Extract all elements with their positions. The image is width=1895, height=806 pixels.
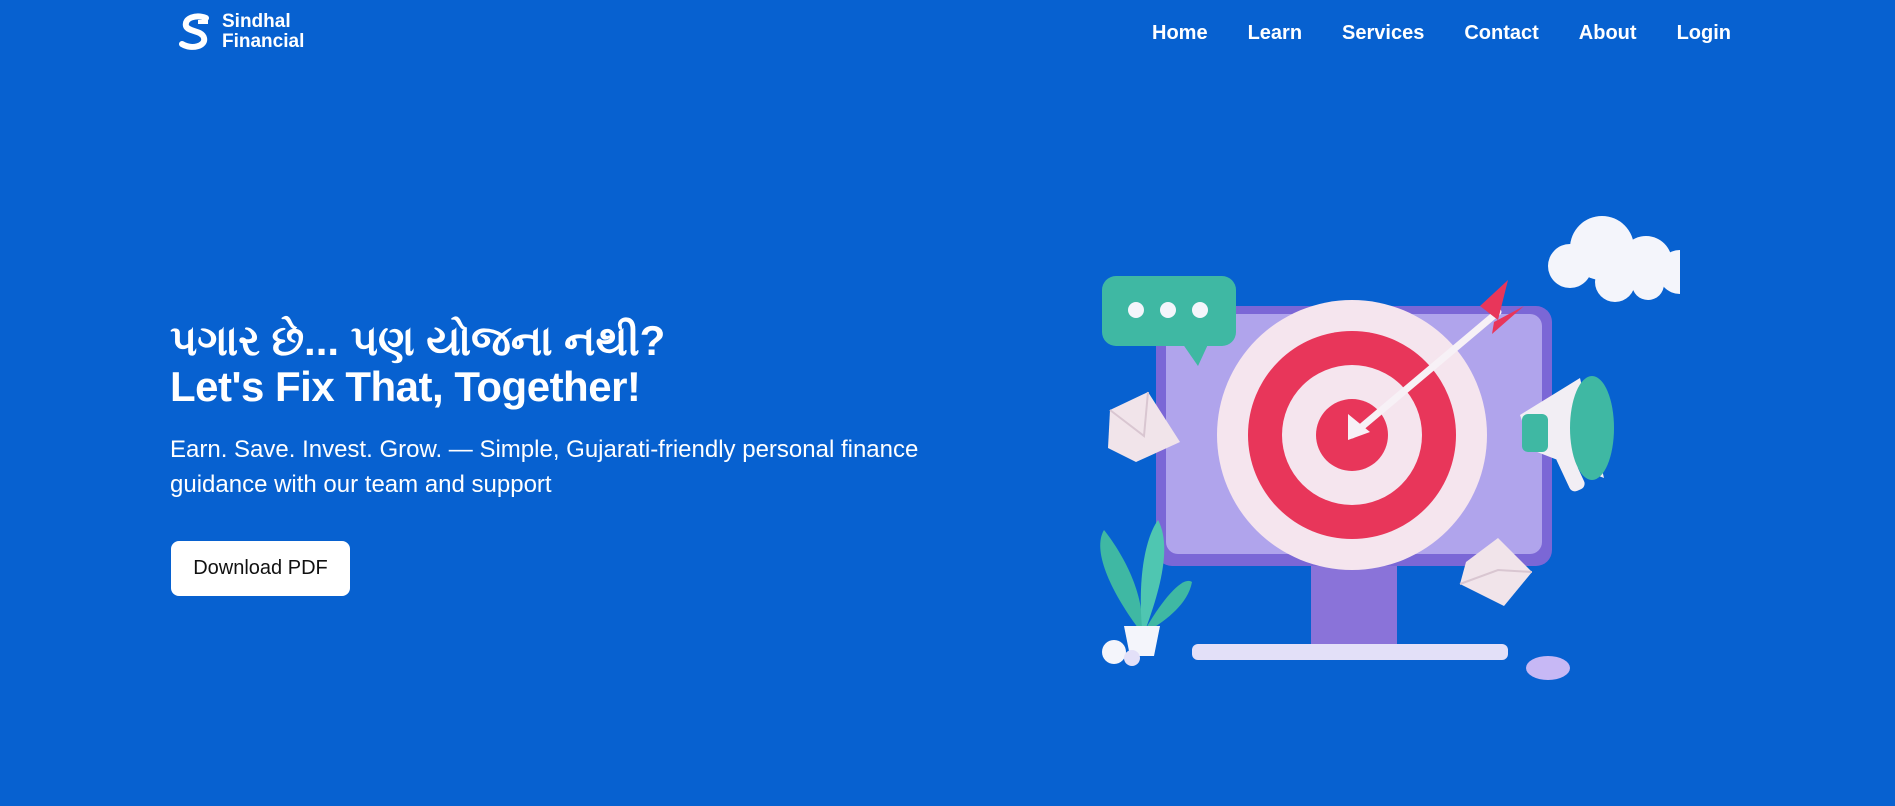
download-pdf-button[interactable]: Download PDF (171, 541, 350, 596)
hero-subtitle: Earn. Save. Invest. Grow. — Simple, Guja… (170, 436, 919, 498)
nav-contact[interactable]: Contact (1464, 22, 1538, 45)
nav-about[interactable]: About (1579, 22, 1637, 45)
cloud-icon (1548, 216, 1680, 302)
mouse-icon (1526, 656, 1570, 680)
nav-services[interactable]: Services (1342, 22, 1424, 45)
nav-home[interactable]: Home (1152, 22, 1208, 45)
monitor-stand (1311, 565, 1397, 655)
hero-illustration (1100, 216, 1680, 680)
brand-name-line1: Sindhal (222, 11, 291, 32)
nav-login[interactable]: Login (1677, 22, 1731, 45)
navbar: Sindhal Financial Home Learn Services Co… (0, 0, 1895, 70)
logo-icon (179, 13, 209, 50)
brand-name-line2: Financial (222, 31, 305, 52)
brand-name: Sindhal Financial (222, 12, 304, 52)
hero-title-english: Let's Fix That, Together! (170, 363, 641, 410)
nav-learn[interactable]: Learn (1248, 22, 1302, 45)
hero-title: પગાર છે... પણ યોજના નથી? Let's Fix That,… (170, 318, 665, 410)
keyboard-icon (1192, 644, 1508, 660)
brand-logo[interactable]: Sindhal Financial (178, 12, 304, 52)
hero-title-gujarati: પગાર છે... પણ યોજના નથી? (170, 317, 666, 364)
main-menu: Home Learn Services Contact About Login (1112, 22, 1731, 45)
